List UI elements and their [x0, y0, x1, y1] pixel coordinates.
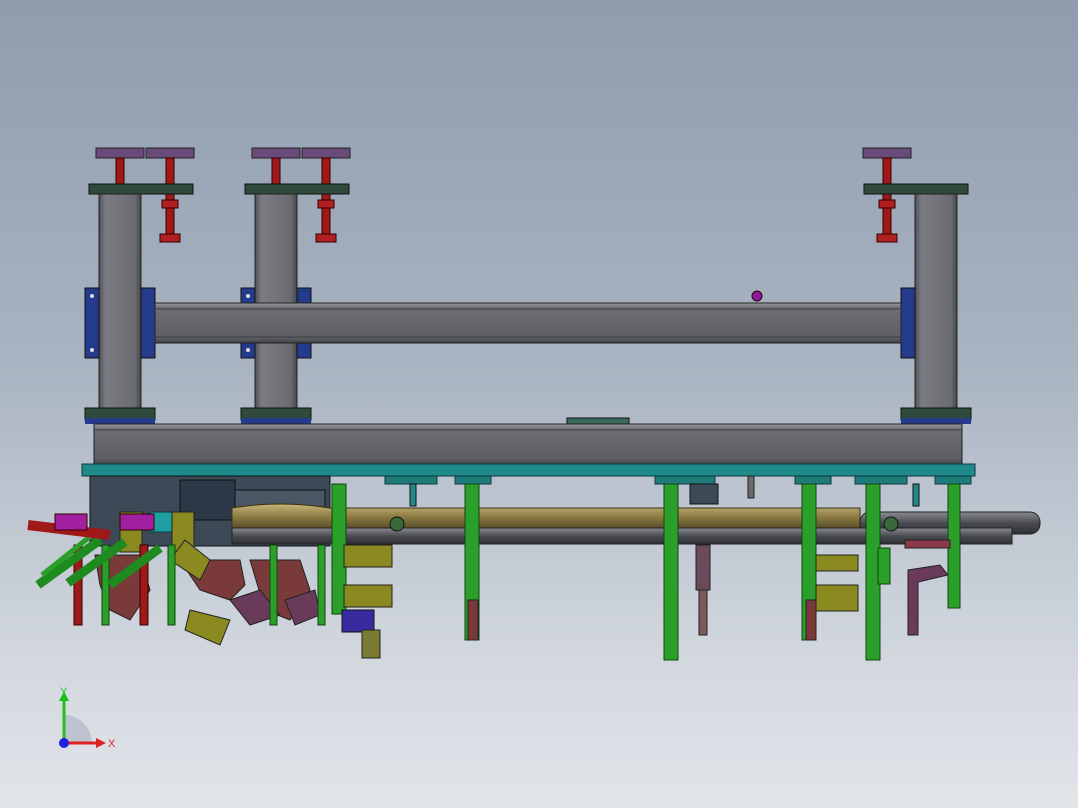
x-axis-label: X	[108, 738, 116, 750]
main-base-beam[interactable]	[93, 423, 963, 465]
column-base-plates[interactable]	[84, 407, 972, 425]
top-locator-pads[interactable]	[95, 147, 912, 243]
y-axis-label: Y	[60, 686, 68, 698]
middle-clamp-units[interactable]	[331, 475, 961, 661]
triad-plane-icon	[64, 715, 92, 743]
left-clamp-cluster[interactable]	[27, 475, 331, 646]
vertical-columns[interactable]	[98, 193, 958, 409]
z-axis-dot-icon	[59, 738, 69, 748]
cad-viewport[interactable]: Y X	[0, 0, 1078, 808]
column-cap-plates[interactable]	[88, 183, 969, 195]
coordinate-triad: Y X	[59, 686, 116, 750]
welding-fixture-model[interactable]	[0, 0, 1078, 808]
workpiece-pipe[interactable]	[231, 503, 1041, 545]
